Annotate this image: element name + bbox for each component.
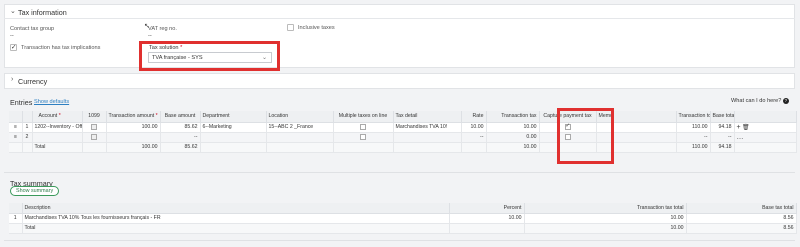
divider bbox=[4, 172, 795, 173]
base-amount-cell: -- bbox=[160, 132, 201, 143]
rate-cell: 10.00 bbox=[461, 122, 487, 133]
show-defaults-link[interactable]: Show defaults bbox=[34, 99, 69, 105]
tax-detail-cell[interactable] bbox=[393, 132, 462, 143]
entries-title: Entries bbox=[10, 98, 33, 107]
transaction-tax-cell[interactable]: 0.00 bbox=[486, 132, 540, 143]
chevron-down-icon[interactable]: ⌄ bbox=[10, 7, 16, 15]
transaction-amount-cell[interactable]: 100.00 bbox=[106, 122, 161, 133]
summary-description-cell: Marchandises TVA 10% Tous les fournisseu… bbox=[22, 213, 450, 224]
highlight-box-tax-solution bbox=[139, 41, 280, 71]
total-transaction-tax: 10.00 bbox=[486, 142, 540, 153]
transaction-amount-cell[interactable] bbox=[106, 132, 161, 143]
summary-total-transaction-tax: 10.00 bbox=[524, 223, 687, 234]
tax-summary-table: Description Percent Transaction tax tota… bbox=[9, 203, 797, 234]
vat-reg-value: -- bbox=[148, 33, 152, 39]
col-base-amount: Base amount bbox=[160, 111, 201, 123]
trash-icon[interactable]: 🗑 bbox=[742, 125, 750, 131]
bottom-divider bbox=[4, 240, 795, 241]
table-row: 1 Marchandises TVA 10% Tous les fourniss… bbox=[9, 213, 797, 224]
total-transaction-amount: 100.00 bbox=[106, 142, 161, 153]
summary-total-base-tax: 8.56 bbox=[686, 223, 797, 234]
currency-panel bbox=[4, 73, 795, 89]
transaction-total-cell: 110.00 bbox=[676, 122, 711, 133]
tax-implications-checkbox[interactable] bbox=[10, 43, 17, 51]
highlight-box-capture-payment-tax bbox=[557, 108, 614, 164]
col-rate: Rate bbox=[461, 111, 487, 123]
col-base-tax-total: Base tax total bbox=[686, 203, 797, 214]
total-base-total: 94.18 bbox=[710, 142, 735, 153]
summary-transaction-tax-total-cell: 10.00 bbox=[524, 213, 687, 224]
col-transaction-tax: Transaction tax bbox=[486, 111, 540, 123]
summary-base-tax-total-cell: 8.56 bbox=[686, 213, 797, 224]
location-cell[interactable]: 15--ABC 2 _France bbox=[266, 122, 334, 133]
show-summary-button[interactable]: Show summary bbox=[10, 186, 60, 196]
rate-cell: -- bbox=[461, 132, 487, 143]
1099-checkbox[interactable] bbox=[91, 133, 97, 140]
contact-tax-group-label: Contact tax group bbox=[10, 26, 55, 32]
summary-percent-cell: 10.00 bbox=[449, 213, 525, 224]
contact-tax-group-value: -- bbox=[10, 33, 14, 39]
col-transaction-amount: Transaction amount * bbox=[106, 111, 161, 123]
col-department: Department bbox=[200, 111, 267, 123]
currency-title[interactable]: Currency bbox=[18, 77, 47, 86]
total-row: Total 10.00 8.56 bbox=[9, 223, 797, 234]
base-total-cell: -- bbox=[710, 132, 735, 143]
col-location: Location bbox=[266, 111, 334, 123]
help-link[interactable]: What can I do here? ? bbox=[731, 98, 789, 104]
account-cell[interactable] bbox=[32, 132, 83, 143]
multiple-taxes-checkbox[interactable] bbox=[360, 123, 366, 130]
total-base-amount: 85.62 bbox=[160, 142, 201, 153]
add-row-icon[interactable]: + bbox=[737, 124, 741, 131]
base-total-cell: 94.18 bbox=[710, 122, 735, 133]
table-row[interactable]: ≡ 2 -- -- 0.00 -- -- … bbox=[9, 132, 797, 143]
transaction-total-cell: -- bbox=[676, 132, 711, 143]
department-cell[interactable] bbox=[200, 132, 267, 143]
department-cell[interactable]: 6--Marketing bbox=[200, 122, 267, 133]
col-base-total: Base total bbox=[710, 111, 735, 123]
col-transaction-tax-total: Transaction tax total bbox=[524, 203, 687, 214]
total-transaction-total: 110.00 bbox=[676, 142, 711, 153]
col-multiple-taxes: Multiple taxes on line bbox=[333, 111, 394, 123]
total-row: Total 100.00 85.62 10.00 110.00 94.18 bbox=[9, 142, 797, 153]
col-1099: 1099 bbox=[82, 111, 107, 123]
col-account: Account * bbox=[32, 111, 83, 123]
col-tax-detail: Tax detail bbox=[393, 111, 462, 123]
divider bbox=[4, 18, 795, 19]
help-icon: ? bbox=[782, 98, 789, 104]
col-description: Description bbox=[22, 203, 450, 214]
multiple-taxes-checkbox[interactable] bbox=[360, 133, 366, 140]
entries-table: Account * 1099 Transaction amount * Base… bbox=[9, 111, 797, 153]
drag-handle-icon[interactable]: ≡ bbox=[9, 132, 23, 143]
location-cell[interactable] bbox=[266, 132, 334, 143]
vat-reg-label: VAT reg no. bbox=[148, 26, 177, 32]
col-transaction-total: Transaction total bbox=[676, 111, 711, 123]
table-row[interactable]: ≡ 1 1202--Inventory - Offic 100.00 85.62… bbox=[9, 122, 797, 133]
tax-detail-cell[interactable]: Marchandises TVA 10! bbox=[393, 122, 462, 133]
more-options-icon[interactable]: … bbox=[737, 134, 744, 141]
col-percent: Percent bbox=[449, 203, 525, 214]
total-label: Total bbox=[32, 142, 83, 153]
account-cell[interactable]: 1202--Inventory - Offic bbox=[32, 122, 83, 133]
base-amount-cell: 85.62 bbox=[160, 122, 201, 133]
summary-total-label: Total bbox=[22, 223, 450, 234]
chevron-right-icon[interactable]: › bbox=[11, 76, 13, 83]
1099-checkbox[interactable] bbox=[91, 123, 97, 130]
inclusive-taxes-checkbox[interactable] bbox=[287, 24, 294, 31]
inclusive-taxes-label: Inclusive taxes bbox=[298, 25, 335, 31]
tax-information-title[interactable]: Tax information bbox=[18, 8, 67, 17]
transaction-tax-cell[interactable]: 10.00 bbox=[486, 122, 540, 133]
tax-information-panel bbox=[4, 4, 795, 68]
drag-handle-icon[interactable]: ≡ bbox=[9, 122, 23, 133]
tax-implications-label: Transaction has tax implications bbox=[21, 45, 101, 51]
